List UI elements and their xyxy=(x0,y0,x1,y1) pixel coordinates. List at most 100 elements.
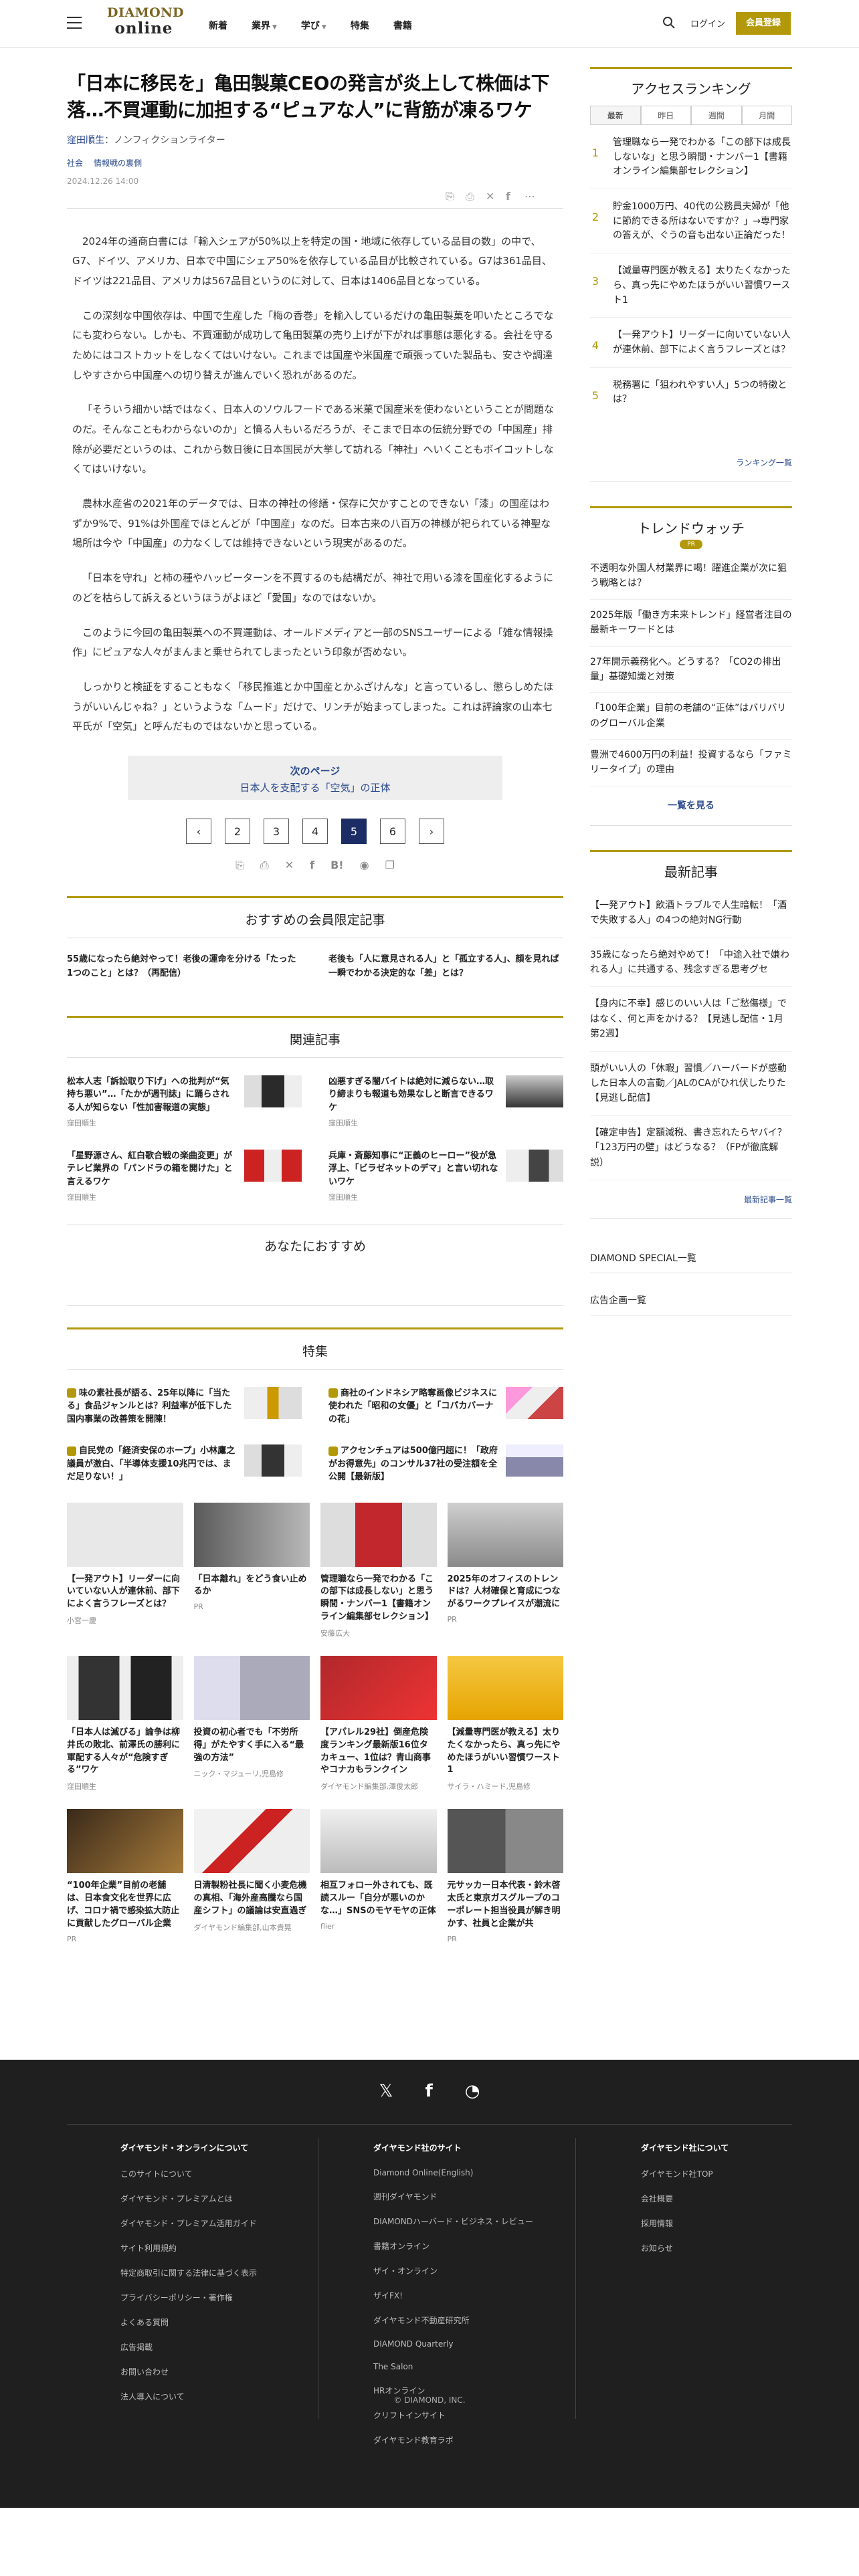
register-button[interactable]: 会員登録 xyxy=(736,12,791,35)
nav-item-books[interactable]: 書籍 xyxy=(393,19,412,32)
footer-link[interactable]: ダイヤモンド教育ラボ xyxy=(373,2434,533,2446)
next-page-link[interactable]: 次のページ 日本人を支配する「空気」の正体 xyxy=(128,755,502,800)
footer-link[interactable]: ダイヤモンド社TOP xyxy=(641,2168,729,2179)
special-item[interactable]: 自民党の「経済安保のホープ」小林鷹之議員が激白、「半導体支援10兆円では、まだ足… xyxy=(67,1444,302,1484)
ranking-item[interactable]: 2 貯金1000万円、40代の公務員夫婦が「他に節約できる所はないですか？」→専門… xyxy=(590,189,792,254)
footer-link[interactable]: 広告掲載 xyxy=(120,2341,257,2353)
related-item[interactable]: 「星野源さん、紅白歌合戦の楽曲変更」がテレビ業界の「パンドラの箱を開けた」と言え… xyxy=(67,1149,302,1204)
article-card[interactable]: 【一発アウト】リーダーに向いていない人が連休前、部下によく言うフレーズとは？ 小宮… xyxy=(67,1502,183,1638)
ad-list-link[interactable]: 広告企画一覧 xyxy=(590,1285,792,1315)
related-item[interactable]: 兵庫・斎藤知事に“正義のヒーロー”役が急浮上、「ビラゼネットのデマ」と言い切れな… xyxy=(328,1149,563,1204)
footer-link[interactable]: ダイヤモンド・プレミアム活用ガイド xyxy=(120,2218,257,2229)
trend-more-link[interactable]: 一覧を見る xyxy=(590,798,792,812)
nav-item-industry[interactable]: 業界 ▼ xyxy=(252,19,277,32)
footer-link[interactable]: このサイトについて xyxy=(120,2168,257,2179)
trend-item[interactable]: 不透明な外国人材業界に喝！躍進企業が次に狙う戦略とは？ xyxy=(590,553,792,600)
footer-link[interactable]: HRオンライン xyxy=(373,2385,533,2396)
print-icon[interactable]: ⎙ xyxy=(466,190,474,203)
tab-latest[interactable]: 最新 xyxy=(590,106,641,124)
ranking-item[interactable]: 5 税務署に「狙われやすい人」5つの特徴とは？ xyxy=(590,368,792,417)
tab-weekly[interactable]: 週間 xyxy=(691,106,742,124)
article-card[interactable]: 管理職なら一発でわかる「この部下は成長しない」と思う瞬間・ナンバー1【書籍オンラ… xyxy=(320,1502,437,1638)
footer-link[interactable]: The Salon xyxy=(373,2362,533,2371)
print-icon[interactable]: ⎙ xyxy=(260,859,269,872)
page-button[interactable]: 2 xyxy=(225,818,250,844)
footer-link[interactable]: サイト利用規約 xyxy=(120,2242,257,2254)
menu-icon[interactable] xyxy=(67,17,82,29)
facebook-share-icon[interactable]: f xyxy=(506,190,510,203)
latest-item[interactable]: 【一発アウト】飲酒トラブルで人生暗転！「酒で失敗する人」の4つの絶対NG行動 xyxy=(590,889,792,938)
footer-link[interactable]: クリフトインサイト xyxy=(373,2409,533,2421)
category-tag[interactable]: 社会 xyxy=(67,157,83,169)
nav-item-special[interactable]: 特集 xyxy=(351,19,369,32)
nav-item-new[interactable]: 新着 xyxy=(209,19,227,32)
article-card[interactable]: 投資の初心者でも「不労所得」がたやすく手に入る“最強の方法” ニック・マジューリ,… xyxy=(193,1655,310,1792)
footer-link[interactable]: ザイ・オンライン xyxy=(373,2265,533,2276)
trend-item[interactable]: 「100年企業」目前の老舗の“正体”はバリバリのグローバル企業 xyxy=(590,693,792,740)
footer-link[interactable]: 採用情報 xyxy=(641,2218,729,2229)
recommend-item[interactable]: 55歳になったら絶対やって！老後の運命を分ける「たった1つのこと」とは？（再配信… xyxy=(67,953,302,981)
x-icon[interactable]: 𝕏 xyxy=(379,2081,393,2101)
article-card[interactable]: 相互フォロー外されても、既読スルー「自分が悪いのかな…」SNSのモヤモヤの正体 f… xyxy=(320,1809,437,1943)
rss-icon[interactable]: ◔ xyxy=(465,2081,480,2101)
special-list-link[interactable]: DIAMOND SPECIAL一覧 xyxy=(590,1243,792,1273)
page-button[interactable]: 6 xyxy=(380,818,405,844)
article-card[interactable]: 日清製粉社長に聞く小麦危機の真相、「海外産高騰なら国産シフト」の議論は安直過ぎダ… xyxy=(193,1809,310,1943)
page-button[interactable]: 3 xyxy=(264,818,289,844)
related-item[interactable]: 松本人志「訴訟取り下げ」への批判が“気持ち悪い”…「たかが週刊誌」に踊らされる人… xyxy=(67,1075,302,1130)
footer-link[interactable]: 会社概要 xyxy=(641,2193,729,2204)
ranking-item[interactable]: 1 管理職なら一発でわかる「この部下は成長しないな」と思う瞬間・ナンバー1【書籍オ… xyxy=(590,125,792,190)
latest-item[interactable]: 【身内に不幸】感じのいい人は「ご愁傷様」ではなく、何と声をかける？【見逃し配信・… xyxy=(590,987,792,1052)
facebook-share-icon[interactable]: f xyxy=(310,859,314,872)
hatena-share-icon[interactable]: B! xyxy=(330,859,344,872)
trend-item[interactable]: 27年開示義務化へ。どうする？「CO2の排出量」基礎知識と対策 xyxy=(590,647,792,693)
clip-icon[interactable]: ⎘ xyxy=(446,190,454,203)
copy-icon[interactable]: ❐ xyxy=(385,859,395,872)
search-icon[interactable] xyxy=(662,16,676,29)
login-link[interactable]: ログイン xyxy=(690,17,725,29)
footer-link[interactable]: よくある質問 xyxy=(120,2317,257,2328)
footer-link[interactable]: 書籍オンライン xyxy=(373,2240,533,2252)
trend-item[interactable]: 2025年版「働き方未来トレンド」経営者注目の最新キーワードとは xyxy=(590,600,792,647)
ranking-item[interactable]: 4 【一発アウト】リーダーに向いていない人が連休前、部下によく言うフレーズとは？ xyxy=(590,318,792,368)
latest-item[interactable]: 35歳になったら絶対やめて！「中途入社で嫌われる人」に共通する、残念すぎる思考グ… xyxy=(590,938,792,988)
next-page-button[interactable]: › xyxy=(419,818,444,844)
tab-yesterday[interactable]: 昨日 xyxy=(640,106,691,124)
article-card[interactable]: 「日本離れ」をどう食い止めるか PR xyxy=(193,1502,310,1638)
trend-item[interactable]: 豊洲で4600万円の利益！投資するなら「ファミリータイプ」の理由 xyxy=(590,740,792,786)
special-item[interactable]: アクセンチュアは500億円超に！「政府がお得意先」のコンサル37社の受注額を全公… xyxy=(328,1444,563,1484)
footer-link[interactable]: DIAMONDハーバード・ビジネス・レビュー xyxy=(373,2216,533,2227)
article-card[interactable]: 【アパレル29社】倒産危険度ランキング最新版16位タカキュー、1位は？青山商事や… xyxy=(320,1655,437,1792)
footer-link[interactable]: ダイヤモンド不動産研究所 xyxy=(373,2315,533,2326)
recommend-item[interactable]: 老後も「人に意見される人」と「孤立する人」、顔を見れば一瞬でわかる決定的な「差」… xyxy=(328,953,563,981)
site-logo[interactable]: DIAMOND online xyxy=(107,7,184,41)
current-page-button[interactable]: 5 xyxy=(341,818,367,844)
footer-link[interactable]: ザイFX! xyxy=(373,2290,533,2301)
footer-link[interactable]: 週刊ダイヤモンド xyxy=(373,2191,533,2202)
category-tag[interactable]: 情報戦の裏側 xyxy=(94,157,142,169)
ranking-more-link[interactable]: ランキング一覧 xyxy=(590,457,792,468)
article-card[interactable]: 【減量専門医が教える】太りたくなかったら、真っ先にやめたほうがいい習慣ワースト1… xyxy=(447,1655,563,1792)
latest-item[interactable]: 【確定申告】定額減税、書き忘れたらヤバイ？「123万円の壁」はどうなる？（FPが… xyxy=(590,1116,792,1180)
facebook-icon[interactable]: f xyxy=(425,2081,432,2101)
footer-link[interactable]: プライバシーポリシー・著作権 xyxy=(120,2292,257,2303)
latest-item[interactable]: 頭がいい人の「休暇」習慣／ハーバードが感動した日本人の言動／JALのCAがひれ伏… xyxy=(590,1052,792,1116)
footer-link[interactable]: ダイヤモンド・プレミアムとは xyxy=(120,2193,257,2204)
article-card[interactable]: 2025年のオフィスのトレンドは？人材確保と育成につながるワークプレイスが潮流に… xyxy=(447,1502,563,1638)
tab-monthly[interactable]: 月間 xyxy=(741,106,792,124)
related-item[interactable]: 凶悪すぎる闇バイトは絶対に減らない…取り締まりも報道も効果なしと断言できるワケ窪… xyxy=(328,1075,563,1130)
ranking-item[interactable]: 3 【減量専門医が教える】太りたくなかったら、真っ先にやめたほうがいい習慣ワースト… xyxy=(590,253,792,318)
footer-link[interactable]: お問い合わせ xyxy=(120,2366,257,2377)
x-share-icon[interactable]: ✕ xyxy=(486,190,494,203)
article-card[interactable]: “100年企業”目前の老舗は、日本食文化を世界に広げ、コロナ禍で感染拡大防止に貢… xyxy=(67,1809,183,1943)
prev-page-button[interactable]: ‹ xyxy=(186,818,211,844)
x-share-icon[interactable]: ✕ xyxy=(285,859,294,872)
more-share-icon[interactable]: ⋯ xyxy=(524,190,535,203)
line-share-icon[interactable]: ◉ xyxy=(360,859,369,872)
author-link[interactable]: 窪田順生 xyxy=(67,135,104,146)
latest-more-link[interactable]: 最新記事一覧 xyxy=(590,1194,792,1205)
page-button[interactable]: 4 xyxy=(302,818,328,844)
special-item[interactable]: 味の素社長が語る、25年以降に「当たる」食品ジャンルとは？利益率が低下した国内事… xyxy=(67,1386,302,1426)
clip-icon[interactable]: ⎘ xyxy=(235,859,244,872)
article-card[interactable]: 元サッカー日本代表・鈴木啓太氏と東京ガスグループのコーポレート担当役員が解き明か… xyxy=(447,1809,563,1943)
